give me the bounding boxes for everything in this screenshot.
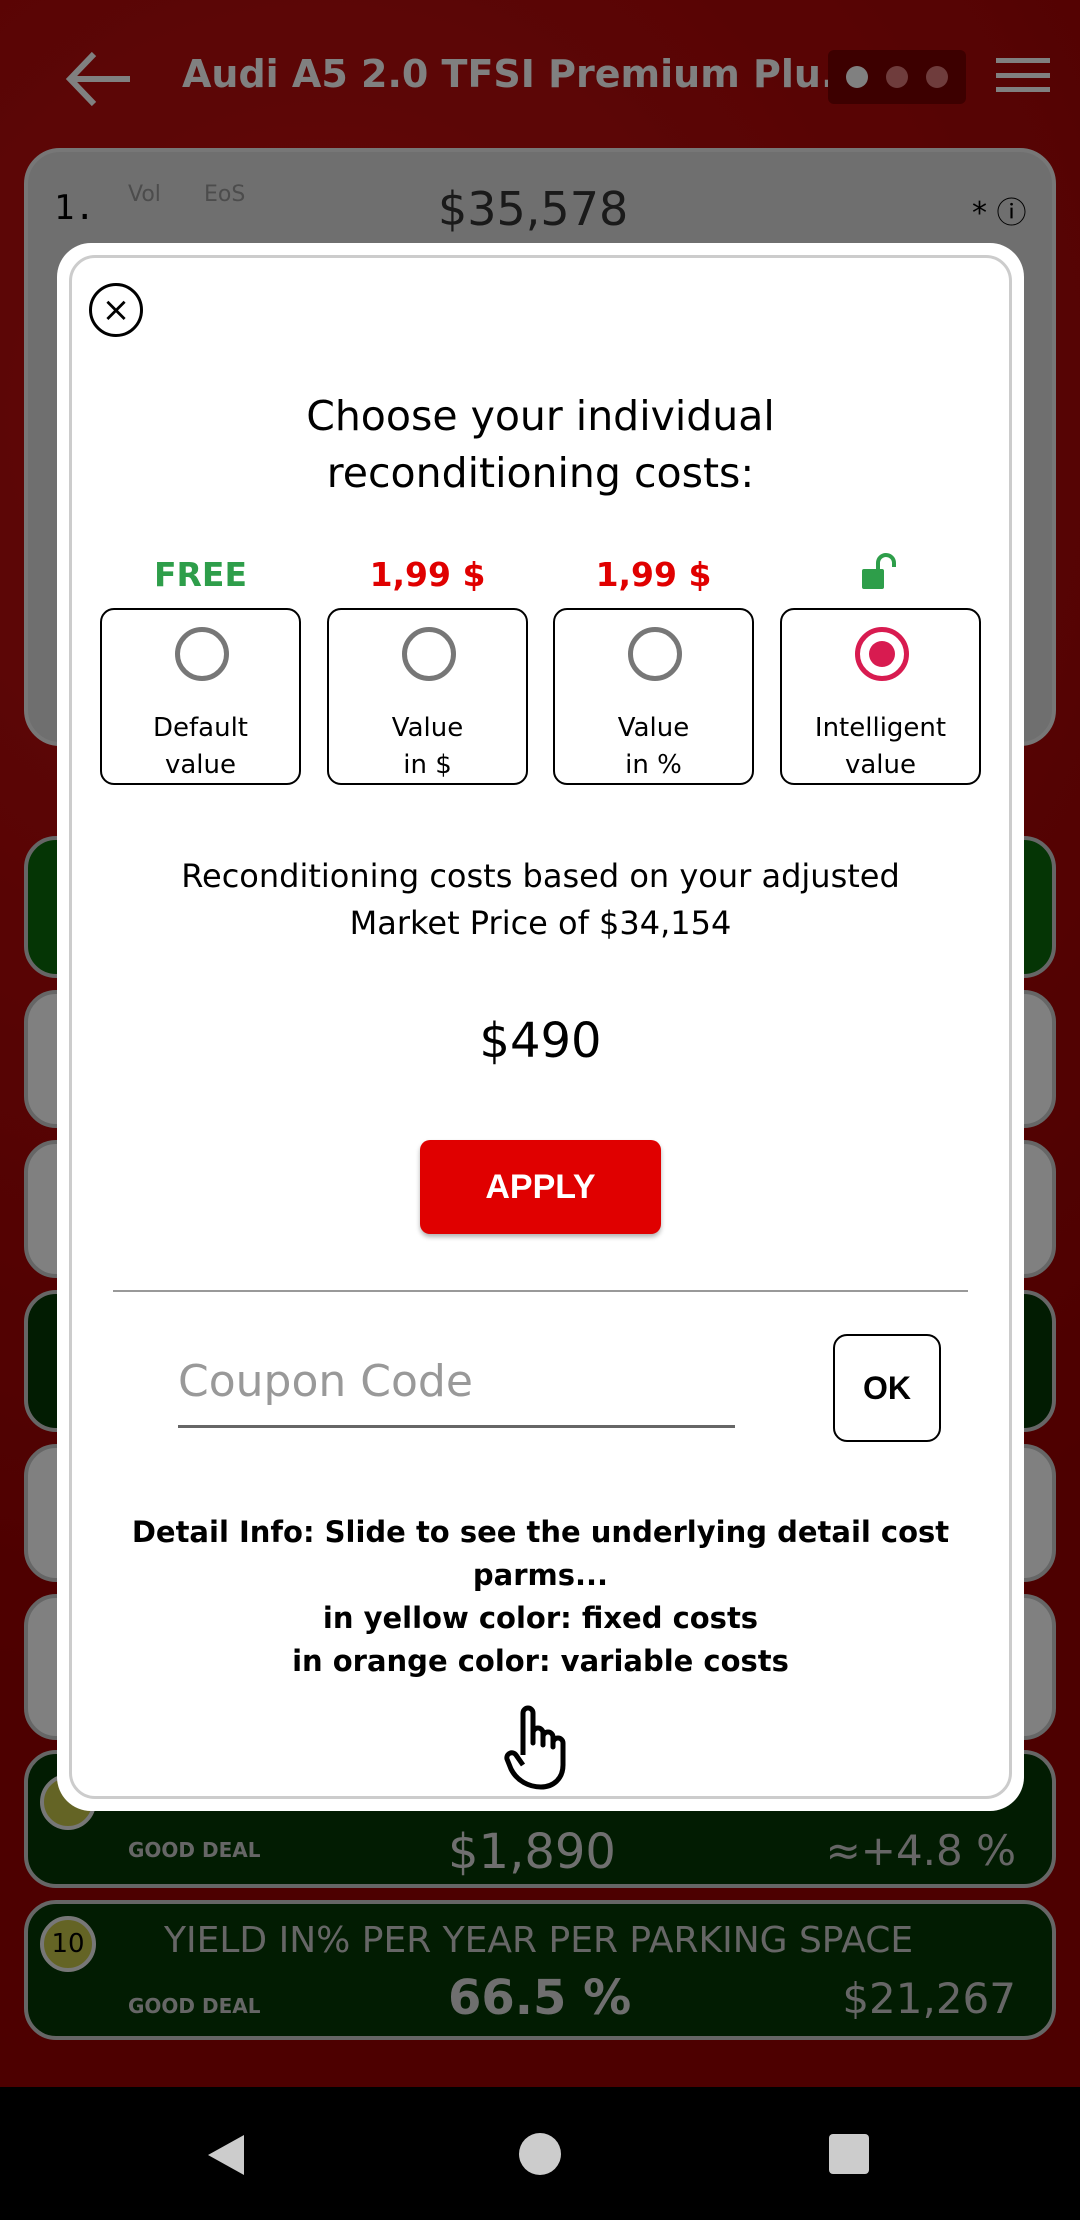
ok-button[interactable]: OK: [833, 1334, 941, 1442]
hand-pointer-icon[interactable]: [503, 1705, 573, 1791]
option-value-in-dollar[interactable]: Value in $: [327, 608, 528, 785]
page-title: Audi A5 2.0 TFSI Premium Plu...: [182, 52, 865, 96]
reconditioning-dialog: × Choose your individual reconditioning …: [57, 243, 1024, 1811]
radio-button[interactable]: [175, 627, 229, 681]
row-right-value: $21,267: [842, 1974, 1016, 2023]
deal-label: GOOD DEAL: [128, 1994, 261, 2018]
system-nav-bar: [0, 2087, 1080, 2220]
deal-label: GOOD DEAL: [128, 1838, 261, 1862]
reconditioning-amount: $490: [479, 1013, 602, 1069]
basis-text: Reconditioning costs based on your adjus…: [181, 857, 900, 942]
apply-button[interactable]: APPLY: [420, 1140, 661, 1234]
card-price: $35,578: [438, 182, 629, 236]
card-index: 1.: [54, 188, 95, 228]
dialog-title: Choose your individual reconditioning co…: [306, 392, 775, 497]
back-arrow-icon[interactable]: [60, 44, 140, 114]
hamburger-icon[interactable]: [996, 58, 1050, 92]
result-row: 10 YIELD IN% PER YEAR PER PARKING SPACE …: [24, 1900, 1056, 2040]
coupon-code-input[interactable]: [178, 1338, 735, 1428]
option-default-value[interactable]: Default value: [100, 608, 301, 785]
divider: [113, 1290, 968, 1292]
unlocked-padlock-icon: [862, 553, 896, 589]
row-value: 66.5 %: [448, 1970, 632, 2026]
nav-back-icon[interactable]: [204, 2133, 248, 2177]
row-badge: 10: [40, 1916, 96, 1972]
page-indicator[interactable]: [828, 50, 966, 104]
radio-button[interactable]: [628, 627, 682, 681]
option-price-value-percent: 1,99 $: [595, 555, 712, 594]
option-price-default: FREE: [153, 555, 248, 594]
radio-button[interactable]: [402, 627, 456, 681]
detail-info-text: Detail Info: Slide to see the underlying…: [131, 1515, 950, 1678]
close-icon[interactable]: ×: [89, 283, 143, 337]
radio-button-selected[interactable]: [855, 627, 909, 681]
row-value: $1,890: [448, 1824, 616, 1880]
option-value-in-percent[interactable]: Value in %: [553, 608, 754, 785]
info-icon[interactable]: * ⓘ: [972, 188, 1027, 232]
vol-label: Vol: [128, 182, 161, 207]
option-price-value-dollar: 1,99 $: [369, 555, 486, 594]
row-right-value: ≈+4.8 %: [825, 1826, 1016, 1875]
option-intelligent-value[interactable]: Intelligent value: [780, 608, 981, 785]
nav-recents-icon[interactable]: [829, 2134, 869, 2174]
nav-home-icon[interactable]: [519, 2133, 561, 2175]
eos-label: EoS: [204, 182, 246, 207]
row-title: YIELD IN% PER YEAR PER PARKING SPACE: [164, 1920, 914, 1961]
